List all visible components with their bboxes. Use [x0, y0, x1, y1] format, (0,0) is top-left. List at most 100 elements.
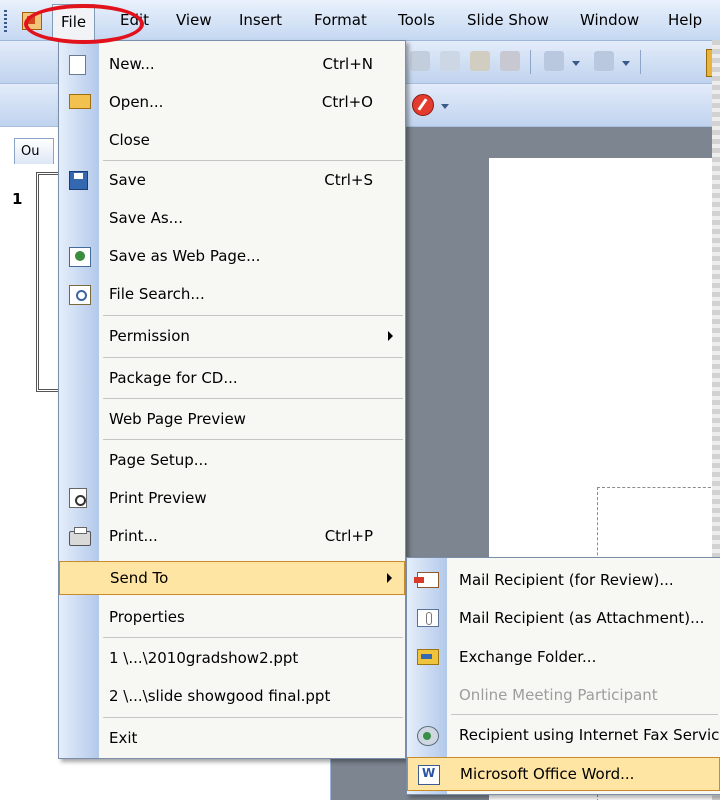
menu-item-label: File Search...: [109, 285, 205, 303]
menu-separator: [103, 315, 403, 316]
mail-review-icon: [414, 572, 439, 588]
menu-insert[interactable]: Insert: [239, 11, 282, 29]
submenu-item-internet-fax[interactable]: Recipient using Internet Fax Service...: [407, 719, 720, 751]
toolbar-options-icon[interactable]: [441, 104, 449, 109]
slide-number: 1: [12, 190, 23, 208]
menu-item-label: Send To: [110, 569, 169, 587]
menu-item-label: Properties: [109, 608, 185, 626]
menu-item-permission[interactable]: Permission: [59, 321, 405, 351]
menu-separator: [103, 439, 403, 440]
menu-item-file-search[interactable]: File Search...: [59, 279, 405, 309]
menu-item-shortcut: Ctrl+P: [324, 527, 373, 545]
word-document-icon: [418, 765, 440, 785]
menu-tools[interactable]: Tools: [398, 11, 435, 29]
menu-item-label: Online Meeting Participant: [459, 686, 658, 704]
menu-item-open[interactable]: Open... Ctrl+O: [59, 87, 405, 117]
menubar-grip-handle[interactable]: [4, 10, 7, 32]
menu-item-save[interactable]: Save Ctrl+S: [59, 165, 405, 195]
menu-item-print-preview[interactable]: Print Preview: [59, 483, 405, 513]
send-to-submenu: Mail Recipient (for Review)... Mail Reci…: [406, 557, 720, 795]
submenu-arrow-icon: [388, 331, 393, 341]
menu-item-close[interactable]: Close: [59, 125, 405, 155]
menu-item-label: Close: [109, 131, 150, 149]
menu-item-label: Microsoft Office Word...: [460, 765, 635, 783]
menu-separator: [103, 357, 403, 358]
menu-item-shortcut: Ctrl+N: [322, 55, 373, 73]
print-preview-icon: [69, 488, 87, 508]
menu-item-properties[interactable]: Properties: [59, 602, 405, 632]
submenu-item-mail-recipient-review[interactable]: Mail Recipient (for Review)...: [407, 564, 720, 596]
menu-item-label: 1 \...\2010gradshow2.ppt: [109, 649, 299, 667]
copy-icon[interactable]: [440, 51, 460, 71]
stop-icon[interactable]: [412, 94, 434, 116]
format-painter-icon[interactable]: [500, 51, 520, 71]
printer-icon: [69, 527, 91, 546]
toolbar-separator: [640, 50, 641, 74]
menu-item-label: Web Page Preview: [109, 410, 246, 428]
submenu-item-mail-recipient-attachment[interactable]: Mail Recipient (as Attachment)...: [407, 602, 720, 634]
web-page-icon: [69, 247, 91, 267]
menu-item-web-page-preview[interactable]: Web Page Preview: [59, 404, 405, 434]
menu-item-label: Print Preview: [109, 489, 207, 507]
menu-item-label: Save as Web Page...: [109, 247, 261, 265]
menu-item-label: Print...: [109, 527, 158, 545]
menu-item-new[interactable]: New... Ctrl+N: [59, 49, 405, 79]
menu-item-save-as-web-page[interactable]: Save as Web Page...: [59, 241, 405, 271]
menu-item-recent-file-2[interactable]: 2 \...\slide showgood final.ppt: [59, 681, 405, 711]
redo-dropdown-icon[interactable]: [622, 61, 630, 66]
menu-item-label: New...: [109, 55, 155, 73]
menu-item-print[interactable]: Print... Ctrl+P: [59, 521, 405, 551]
menu-separator: [103, 717, 403, 718]
menu-item-label: Mail Recipient (as Attachment)...: [459, 609, 705, 627]
menu-item-label: Exit: [109, 729, 138, 747]
menu-item-shortcut: Ctrl+O: [321, 93, 373, 111]
menu-item-page-setup[interactable]: Page Setup...: [59, 445, 405, 475]
internet-fax-icon: [417, 726, 439, 746]
undo-dropdown-icon[interactable]: [572, 61, 580, 66]
menu-window[interactable]: Window: [580, 11, 639, 29]
menu-item-exit[interactable]: Exit: [59, 723, 405, 753]
redo-icon[interactable]: [594, 51, 614, 71]
toolbar-separator: [530, 50, 531, 74]
mail-attachment-icon: [417, 609, 439, 627]
menu-item-label: Package for CD...: [109, 369, 238, 387]
powerpoint-window: File Edit View Insert Format Tools Slide…: [0, 0, 720, 800]
menu-view[interactable]: View: [176, 11, 212, 29]
menu-item-save-as[interactable]: Save As...: [59, 203, 405, 233]
menu-item-label: Save: [109, 171, 146, 189]
menu-item-shortcut: Ctrl+S: [324, 171, 373, 189]
submenu-arrow-icon: [387, 573, 392, 583]
exchange-folder-icon: [417, 649, 439, 665]
undo-icon[interactable]: [544, 51, 564, 71]
menu-item-label: Mail Recipient (for Review)...: [459, 571, 674, 589]
menu-item-package-for-cd[interactable]: Package for CD...: [59, 363, 405, 393]
menu-item-recent-file-1[interactable]: 1 \...\2010gradshow2.ppt: [59, 643, 405, 673]
menu-separator: [103, 398, 403, 399]
menu-separator: [451, 714, 718, 715]
menu-item-label: Recipient using Internet Fax Service...: [459, 726, 720, 744]
file-menu: New... Ctrl+N Open... Ctrl+O Close Save …: [58, 40, 406, 759]
new-document-icon: [69, 55, 86, 75]
menu-item-send-to[interactable]: Send To: [59, 561, 405, 595]
menu-separator: [103, 637, 403, 638]
tab-outline[interactable]: Ou: [14, 138, 54, 164]
menu-item-label: 2 \...\slide showgood final.ppt: [109, 687, 331, 705]
menu-item-label: Save As...: [109, 209, 183, 227]
menu-slide-show[interactable]: Slide Show: [467, 11, 549, 29]
file-search-icon: [69, 285, 91, 305]
menu-item-label: Exchange Folder...: [459, 648, 597, 666]
submenu-item-exchange-folder[interactable]: Exchange Folder...: [407, 641, 720, 673]
annotation-highlight-circle: [24, 4, 144, 44]
save-disk-icon: [69, 171, 88, 190]
submenu-item-online-meeting-participant: Online Meeting Participant: [407, 679, 720, 711]
menu-format[interactable]: Format: [314, 11, 367, 29]
menu-item-label: Page Setup...: [109, 451, 209, 469]
submenu-item-microsoft-office-word[interactable]: Microsoft Office Word...: [407, 757, 720, 791]
menu-item-label: Open...: [109, 93, 164, 111]
cut-icon[interactable]: [410, 51, 430, 71]
paste-icon[interactable]: [470, 51, 490, 71]
open-folder-icon: [69, 94, 91, 109]
menu-item-label: Permission: [109, 327, 190, 345]
menu-separator: [103, 160, 403, 161]
menu-help[interactable]: Help: [668, 11, 702, 29]
